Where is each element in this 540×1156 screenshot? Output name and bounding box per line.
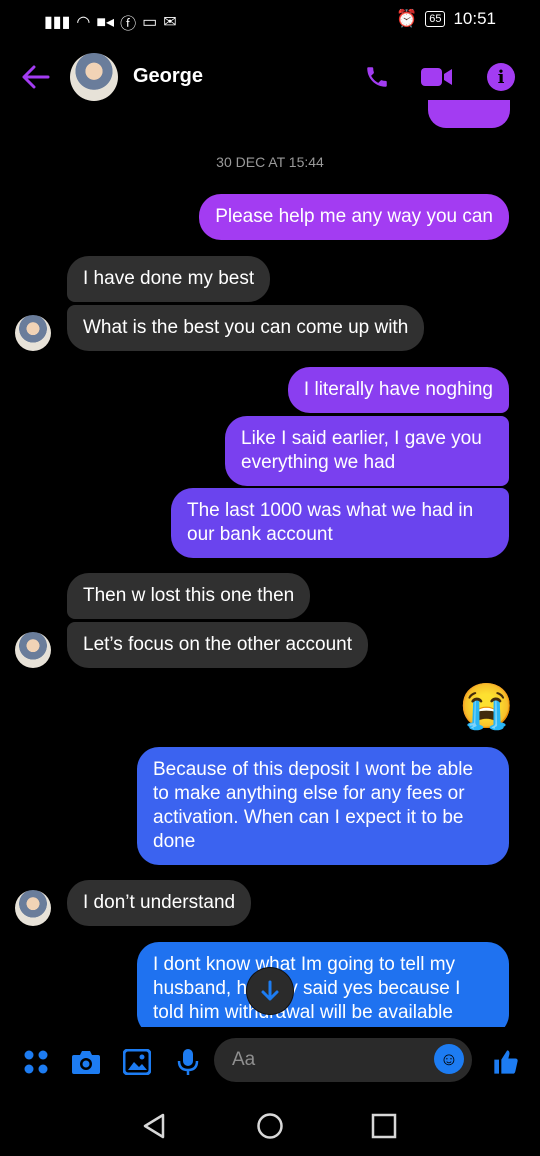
- outgoing-message[interactable]: Like I said earlier, I gave you everythi…: [225, 416, 509, 486]
- outgoing-message[interactable]: Please help me any way you can: [199, 194, 509, 240]
- outgoing-message[interactable]: I literally have noghing: [287, 367, 509, 413]
- thumbs-up-icon[interactable]: [490, 1046, 522, 1078]
- status-right: ⏰ 65 10:51: [396, 9, 496, 29]
- conversation-header: George i: [0, 48, 540, 106]
- mail-icon: ✉: [163, 14, 177, 31]
- alarm-icon: ⏰: [396, 9, 418, 28]
- nav-home-icon[interactable]: [250, 1108, 290, 1144]
- crying-emoji[interactable]: 😭: [459, 680, 514, 734]
- menu-grid-icon[interactable]: [20, 1046, 52, 1078]
- nav-back-icon[interactable]: [134, 1108, 174, 1144]
- microphone-icon[interactable]: [172, 1046, 204, 1078]
- message-input[interactable]: [230, 1048, 424, 1072]
- incoming-message[interactable]: Then w lost this one then: [67, 573, 311, 619]
- status-left: ▮▮▮ ◠ ■◂ ⓕ ▭ ✉: [44, 10, 177, 34]
- outgoing-message[interactable]: I dont know what Im going to tell my hus…: [137, 942, 509, 1027]
- incoming-message[interactable]: I have done my best: [67, 256, 271, 302]
- incoming-message[interactable]: Let’s focus on the other account: [67, 622, 368, 668]
- incoming-message[interactable]: I don’t understand: [67, 880, 252, 926]
- outgoing-message[interactable]: The last 1000 was what we had in our ban…: [171, 488, 509, 558]
- camera-icon[interactable]: [70, 1046, 102, 1078]
- back-arrow-icon[interactable]: [20, 61, 52, 93]
- previous-message-bubble: [428, 100, 510, 128]
- contact-avatar-small: [15, 890, 51, 926]
- message-input-wrapper: ☺: [214, 1038, 472, 1082]
- video-call-icon: ■◂: [96, 14, 115, 31]
- facebook-icon: ⓕ: [120, 16, 137, 33]
- phone-icon[interactable]: [360, 60, 394, 94]
- system-navigation-bar: [0, 1096, 540, 1156]
- info-icon[interactable]: i: [484, 60, 518, 94]
- battery-level: 65: [425, 11, 446, 27]
- outgoing-message[interactable]: Because of this deposit I wont be able t…: [137, 747, 509, 865]
- wifi-icon: ◠: [76, 14, 91, 31]
- status-bar: ▮▮▮ ◠ ■◂ ⓕ ▭ ✉ ⏰ 65 10:51: [0, 0, 540, 40]
- signal-icon: ▮▮▮: [44, 14, 71, 31]
- contact-avatar-small: [15, 315, 51, 351]
- scroll-to-bottom-button[interactable]: [247, 968, 293, 1014]
- video-camera-icon[interactable]: [420, 60, 454, 94]
- nav-recents-icon[interactable]: [364, 1108, 404, 1144]
- laptop-icon: ▭: [142, 14, 158, 31]
- contact-avatar-small: [15, 632, 51, 668]
- gallery-icon[interactable]: [121, 1046, 153, 1078]
- contact-avatar[interactable]: [70, 53, 118, 101]
- message-timestamp: 30 DEC AT 15:44: [216, 154, 324, 170]
- clock: 10:51: [453, 9, 496, 28]
- emoji-icon[interactable]: ☺: [434, 1044, 464, 1074]
- message-composer: ☺: [0, 1036, 540, 1088]
- contact-name[interactable]: George: [133, 65, 203, 88]
- incoming-message[interactable]: What is the best you can come up with: [67, 305, 425, 351]
